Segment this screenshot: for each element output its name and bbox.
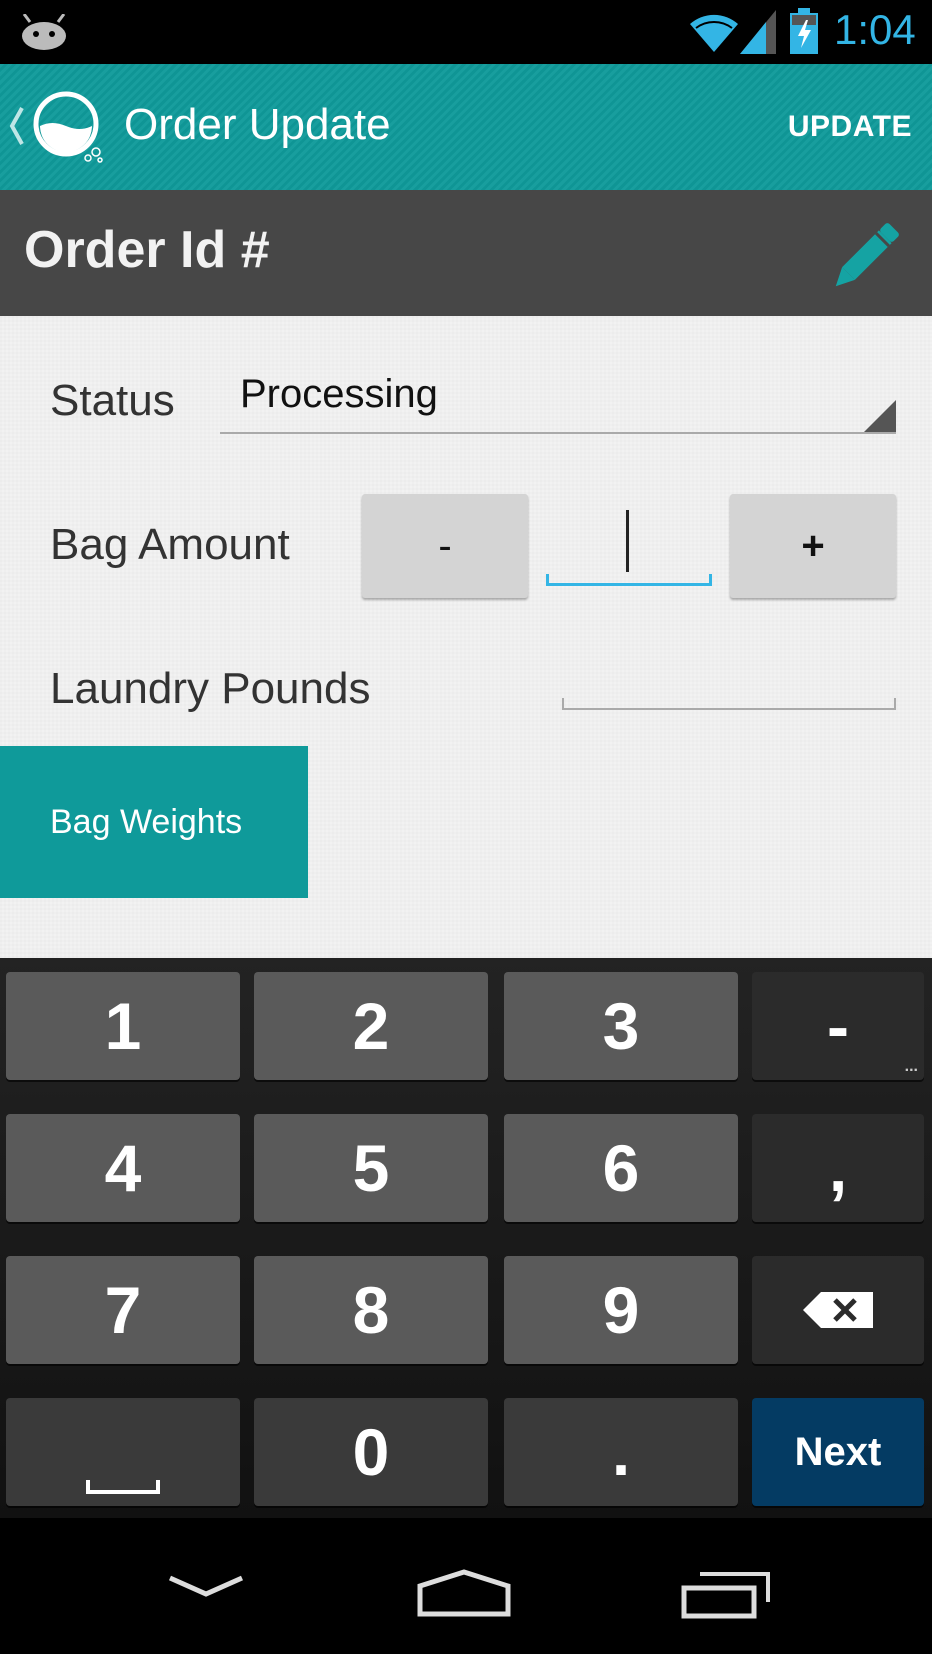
numeric-keyboard: 1 2 3 - ... 4 5 6 , 7 8 9 0 . Next — [0, 958, 932, 1518]
key-0[interactable]: 0 — [254, 1398, 488, 1506]
navigation-bar — [0, 1518, 932, 1654]
battery-charging-icon — [790, 8, 818, 54]
update-button[interactable]: UPDATE — [788, 110, 912, 144]
key-minus-label: - — [827, 989, 849, 1063]
key-backspace[interactable] — [752, 1256, 924, 1364]
text-cursor — [626, 510, 629, 572]
spinner-corner-icon — [864, 400, 896, 432]
status-clock: 1:04 — [834, 6, 916, 53]
input-tick-left — [546, 574, 549, 586]
laundry-pounds-label: Laundry Pounds — [50, 664, 371, 713]
bag-amount-input[interactable] — [546, 502, 712, 586]
cell-signal-icon — [740, 10, 776, 54]
bag-weights-button[interactable]: Bag Weights — [0, 746, 308, 898]
key-5[interactable]: 5 — [254, 1114, 488, 1222]
order-id-title: Order Id # — [24, 221, 270, 279]
edit-pencil-icon[interactable] — [828, 212, 910, 294]
action-bar: Order Update UPDATE — [0, 64, 932, 190]
wifi-icon — [690, 14, 738, 52]
key-7[interactable]: 7 — [6, 1256, 240, 1364]
key-comma[interactable]: , — [752, 1114, 924, 1222]
bag-decrement-button[interactable]: - — [362, 494, 528, 598]
key-space[interactable] — [6, 1398, 240, 1506]
recent-apps-icon[interactable] — [680, 1570, 772, 1620]
key-3[interactable]: 3 — [504, 972, 738, 1080]
key-next[interactable]: Next — [752, 1398, 924, 1506]
key-period[interactable]: . — [504, 1398, 738, 1506]
android-notification-icon — [22, 14, 66, 50]
status-bar: 1:04 — [0, 0, 932, 64]
status-spinner[interactable]: Processing — [220, 372, 896, 434]
status-value: Processing — [240, 372, 438, 416]
page-title: Order Update — [124, 100, 391, 149]
bag-amount-label: Bag Amount — [50, 520, 290, 569]
app-logo-icon[interactable] — [30, 90, 110, 166]
key-9[interactable]: 9 — [504, 1256, 738, 1364]
bag-increment-button[interactable]: + — [730, 494, 896, 598]
order-id-header: Order Id # — [0, 190, 932, 316]
laundry-pounds-input[interactable] — [562, 698, 896, 710]
up-navigation-chevron-icon[interactable] — [6, 104, 26, 148]
home-icon[interactable] — [416, 1568, 512, 1618]
backspace-icon — [803, 1292, 873, 1328]
status-label: Status — [50, 376, 175, 425]
more-keys-indicator: ... — [904, 1058, 918, 1075]
input-tick-right — [709, 574, 712, 586]
key-1[interactable]: 1 — [6, 972, 240, 1080]
key-2[interactable]: 2 — [254, 972, 488, 1080]
key-6[interactable]: 6 — [504, 1114, 738, 1222]
order-form: Status Processing Bag Amount - + Laundry… — [0, 316, 932, 958]
space-icon — [86, 1480, 160, 1494]
key-minus[interactable]: - ... — [752, 972, 924, 1080]
back-icon[interactable] — [166, 1570, 246, 1610]
input-underline — [546, 583, 712, 586]
key-4[interactable]: 4 — [6, 1114, 240, 1222]
key-8[interactable]: 8 — [254, 1256, 488, 1364]
